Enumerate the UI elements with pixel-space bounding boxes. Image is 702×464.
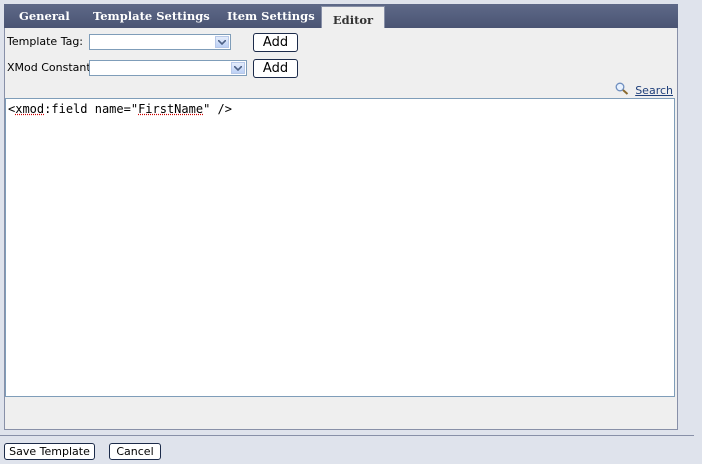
tab-general[interactable]: General bbox=[19, 8, 70, 28]
xmod-constant-label: XMod Constant: bbox=[7, 61, 95, 74]
code-value: FirstName bbox=[138, 102, 204, 116]
tab-editor[interactable]: Editor bbox=[321, 6, 385, 29]
search-link[interactable]: Search bbox=[615, 82, 673, 98]
editor-panel: Template Tag: Add XMod Constant: Add Sea… bbox=[4, 28, 678, 430]
code-suffix: " /> bbox=[203, 102, 232, 116]
code-mid: :field name=" bbox=[44, 102, 139, 116]
add-xmod-constant-button[interactable]: Add bbox=[253, 59, 298, 78]
xmod-constant-select[interactable] bbox=[89, 60, 247, 76]
add-template-tag-button[interactable]: Add bbox=[253, 33, 298, 52]
save-template-button[interactable]: Save Template bbox=[4, 443, 95, 460]
footer-divider bbox=[0, 435, 694, 436]
chevron-down-icon[interactable] bbox=[231, 62, 245, 74]
cancel-button[interactable]: Cancel bbox=[109, 443, 161, 460]
tab-item-settings[interactable]: Item Settings bbox=[227, 8, 315, 28]
tab-template-settings[interactable]: Template Settings bbox=[93, 8, 210, 28]
template-tag-select[interactable] bbox=[89, 34, 231, 50]
chevron-down-icon[interactable] bbox=[215, 36, 229, 48]
code-editor[interactable]: <xmod:field name="FirstName" /> bbox=[5, 98, 675, 397]
tab-bar: General Template Settings Item Settings … bbox=[4, 4, 678, 29]
magnifier-icon bbox=[615, 82, 629, 98]
template-tag-label: Template Tag: bbox=[7, 35, 84, 48]
search-link-label[interactable]: Search bbox=[635, 84, 673, 97]
code-tag: xmod bbox=[15, 102, 45, 116]
